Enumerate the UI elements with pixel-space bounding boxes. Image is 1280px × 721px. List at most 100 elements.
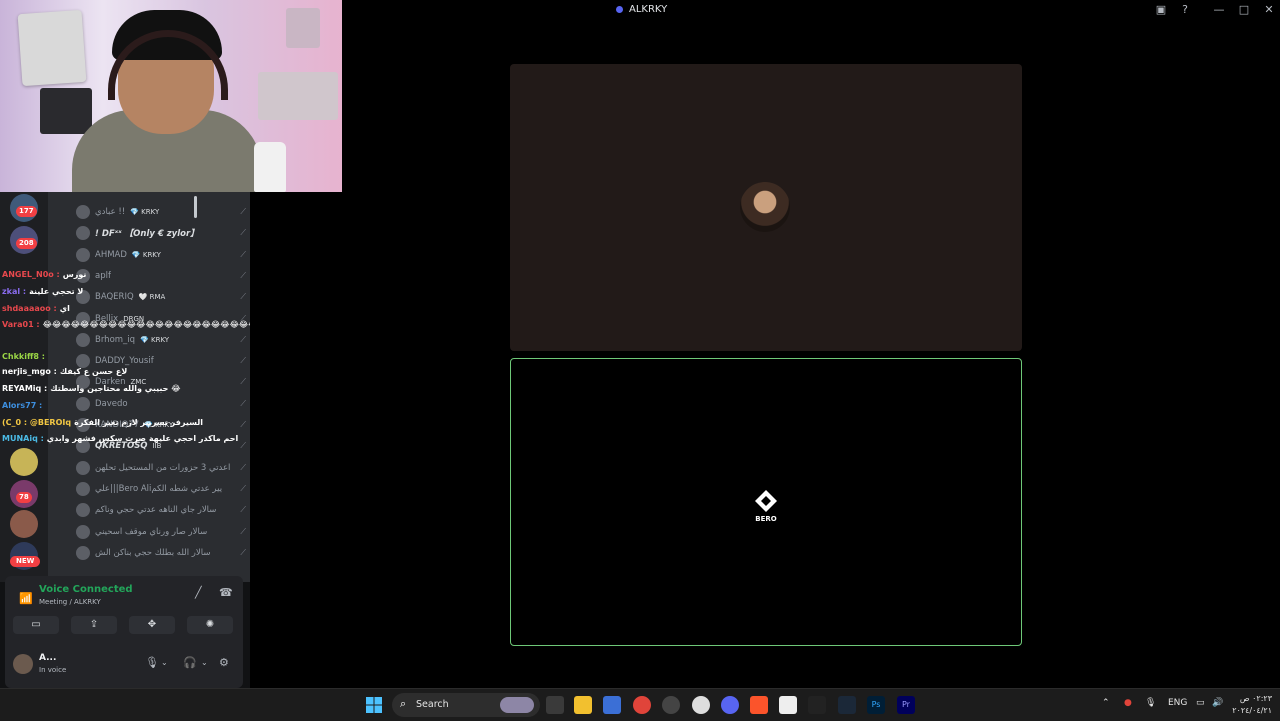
voice-channel-path[interactable]: Meeting / ALKRKY <box>39 598 101 606</box>
chat-text: لاع حسن ع كيفك <box>59 367 128 376</box>
chat-message: Vara01 :😂😂😂😂😂😂😂😂😂😂😂😂😂😂😂😂😂😂😂😂😂😂😂😂😂 <box>2 320 250 329</box>
voice-member[interactable]: سالار الله بطلك حجي بناكن الش ⟋ <box>76 543 246 563</box>
help-icon[interactable]: ? <box>1178 3 1192 17</box>
chevron-up-icon[interactable]: ⌃ <box>1102 698 1110 708</box>
member-name: Davedo <box>95 398 128 409</box>
soundboard-button[interactable]: ✺ <box>187 616 233 634</box>
new-badge: NEW <box>10 556 41 567</box>
premiere-icon[interactable]: Pr <box>897 696 915 714</box>
muted-icon: ⟋ <box>240 483 246 493</box>
avatar <box>76 503 90 518</box>
maximize-button[interactable]: □ <box>1237 3 1251 17</box>
muted-icon: ⟋ <box>240 526 246 536</box>
avatar <box>76 205 90 219</box>
speaker-icon <box>616 6 623 13</box>
screen-share-button[interactable]: ⇪ <box>71 616 117 634</box>
voice-status[interactable]: Voice Connected <box>39 584 133 595</box>
microphone-icon[interactable]: 🎙 <box>145 656 159 669</box>
noise-suppression-icon[interactable]: ╱ <box>195 586 202 599</box>
member-name: عبادي !! <box>95 207 126 217</box>
store-icon[interactable] <box>603 696 621 714</box>
muted-icon: ⟋ <box>240 462 246 472</box>
chrome-icon[interactable] <box>633 696 651 714</box>
member-name: Brhom_iq <box>95 334 136 345</box>
user-name[interactable]: A... <box>39 653 56 663</box>
activities-button[interactable]: ✥ <box>129 616 175 634</box>
voice-member[interactable]: علي|||Bero Aliيير عدتي شطه الكم ⟋ <box>76 479 246 499</box>
clock[interactable]: ٠٢:٢٣ ص ٢٠٢٤/٠٤/٢١ <box>1228 693 1272 717</box>
chat-message: (C_0 : @BEROIq السيرفر تسربير لازم تغير ا… <box>2 418 203 427</box>
voice-member[interactable]: سالار جاي الناهه عدتي حجي وناكم ⟋ <box>76 500 246 520</box>
task-view-icon[interactable] <box>546 696 564 714</box>
disconnect-icon[interactable]: ☎ <box>219 586 233 599</box>
voice-member[interactable]: aplf ⟋ <box>76 266 246 286</box>
window-title: ALKRKY <box>616 4 667 15</box>
chat-username: nerjis_mgo : <box>2 367 57 376</box>
camera-toggle-button[interactable]: ▭ <box>13 616 59 634</box>
chat-text: لا تحجي علينة <box>29 287 84 296</box>
muted-icon: ⟋ <box>240 292 246 302</box>
user-status: In voice <box>39 666 67 674</box>
muted-icon: ⟋ <box>240 505 246 515</box>
voice-member[interactable]: AHMAD 💎 KRKY ⟋ <box>76 245 246 265</box>
voice-member[interactable]: ! DFˣˣ 【Only € zylor】 ⟋ <box>76 223 246 243</box>
member-tag: 💎 KRKY <box>131 250 161 259</box>
photoshop-icon[interactable]: Ps <box>867 696 885 714</box>
gear-icon[interactable]: ⚙ <box>219 656 229 669</box>
windows-start-icon[interactable] <box>366 697 382 713</box>
voice-member[interactable]: BAQERIQ 🤍 RMA ⟋ <box>76 287 246 307</box>
notepad-icon[interactable] <box>779 696 797 714</box>
server-icon[interactable] <box>10 510 38 538</box>
muted-icon: ⟋ <box>240 356 246 366</box>
voice-member[interactable]: سالار صار ورناي موقف اسحيني ⟋ <box>76 522 246 542</box>
capcut-icon[interactable] <box>808 696 826 714</box>
chevron-down-icon[interactable]: ⌄ <box>161 658 168 667</box>
scrollbar[interactable] <box>194 196 197 218</box>
minimize-button[interactable]: — <box>1212 3 1226 17</box>
inbox-icon[interactable]: ▣ <box>1154 3 1168 17</box>
display-icon[interactable]: ▭ <box>1196 698 1205 708</box>
steam-tool-icon[interactable] <box>692 696 710 714</box>
language-indicator[interactable]: ENG <box>1168 698 1187 708</box>
signal-icon[interactable]: 📶 <box>19 592 33 605</box>
muted-icon: ⟋ <box>240 228 246 238</box>
avatar <box>76 524 90 539</box>
participant-tile-speaking[interactable]: BERO <box>510 358 1022 646</box>
window-title-text: ALKRKY <box>629 4 668 15</box>
muted-icon: ⟋ <box>240 207 246 216</box>
voice-member[interactable]: اعدتي 3 حزورات من المستحيل تحلهن ⟋ <box>76 458 246 478</box>
user-panel: A... In voice 🎙 ⌄ 🎧 ⌄ ⚙ <box>5 648 243 680</box>
member-name: ! DFˣˣ 【Only € zylor】 <box>95 229 199 240</box>
server-icon[interactable] <box>10 448 38 476</box>
avatar[interactable] <box>13 654 33 674</box>
app-icon[interactable] <box>662 696 680 714</box>
search-box[interactable]: ⌕ Search <box>392 693 540 717</box>
chat-message: ANGEL_N0o : نورس <box>2 270 86 279</box>
microphone-icon[interactable]: 🎙 <box>1145 698 1156 708</box>
avatar <box>76 460 90 475</box>
chevron-down-icon[interactable]: ⌄ <box>201 658 208 667</box>
muted-icon: ⟋ <box>240 377 246 387</box>
mention-badge: 208 <box>16 238 37 249</box>
participant-tile[interactable] <box>510 64 1022 351</box>
muted-icon: ⟋ <box>240 420 246 429</box>
chat-message: REYAMiq : حبيبي والله محتاجين واسطتك 😂 <box>2 384 181 393</box>
muted-icon: ⟋ <box>240 270 246 280</box>
brave-icon[interactable] <box>750 696 768 714</box>
discord-icon[interactable] <box>721 696 739 714</box>
member-name: علي|||Bero Aliيير عدتي شطه الكم <box>95 483 223 494</box>
app-tray-icon[interactable]: ● <box>1124 698 1132 708</box>
voice-member[interactable]: Davedo ⟋ <box>76 394 246 414</box>
headphones-icon[interactable]: 🎧 <box>183 656 197 669</box>
member-tag: IIB <box>152 442 162 451</box>
member-name: سالار صار ورناي موقف اسحيني <box>95 526 208 537</box>
member-tag: 💎 KRKY <box>140 335 170 344</box>
title-bar: ALKRKY ▣ ? — □ ✕ <box>342 0 1280 22</box>
date: ٢٠٢٤/٠٤/٢١ <box>1232 706 1272 715</box>
voice-member[interactable]: Brhom_iq 💎 KRKY ⟋ <box>76 330 246 350</box>
steam-icon[interactable] <box>838 696 856 714</box>
close-button[interactable]: ✕ <box>1262 3 1276 17</box>
file-explorer-icon[interactable] <box>574 696 592 714</box>
volume-icon[interactable]: 🔊 <box>1212 698 1223 708</box>
voice-member[interactable]: عبادي !! 💎 KRKY ⟋ <box>76 202 246 222</box>
